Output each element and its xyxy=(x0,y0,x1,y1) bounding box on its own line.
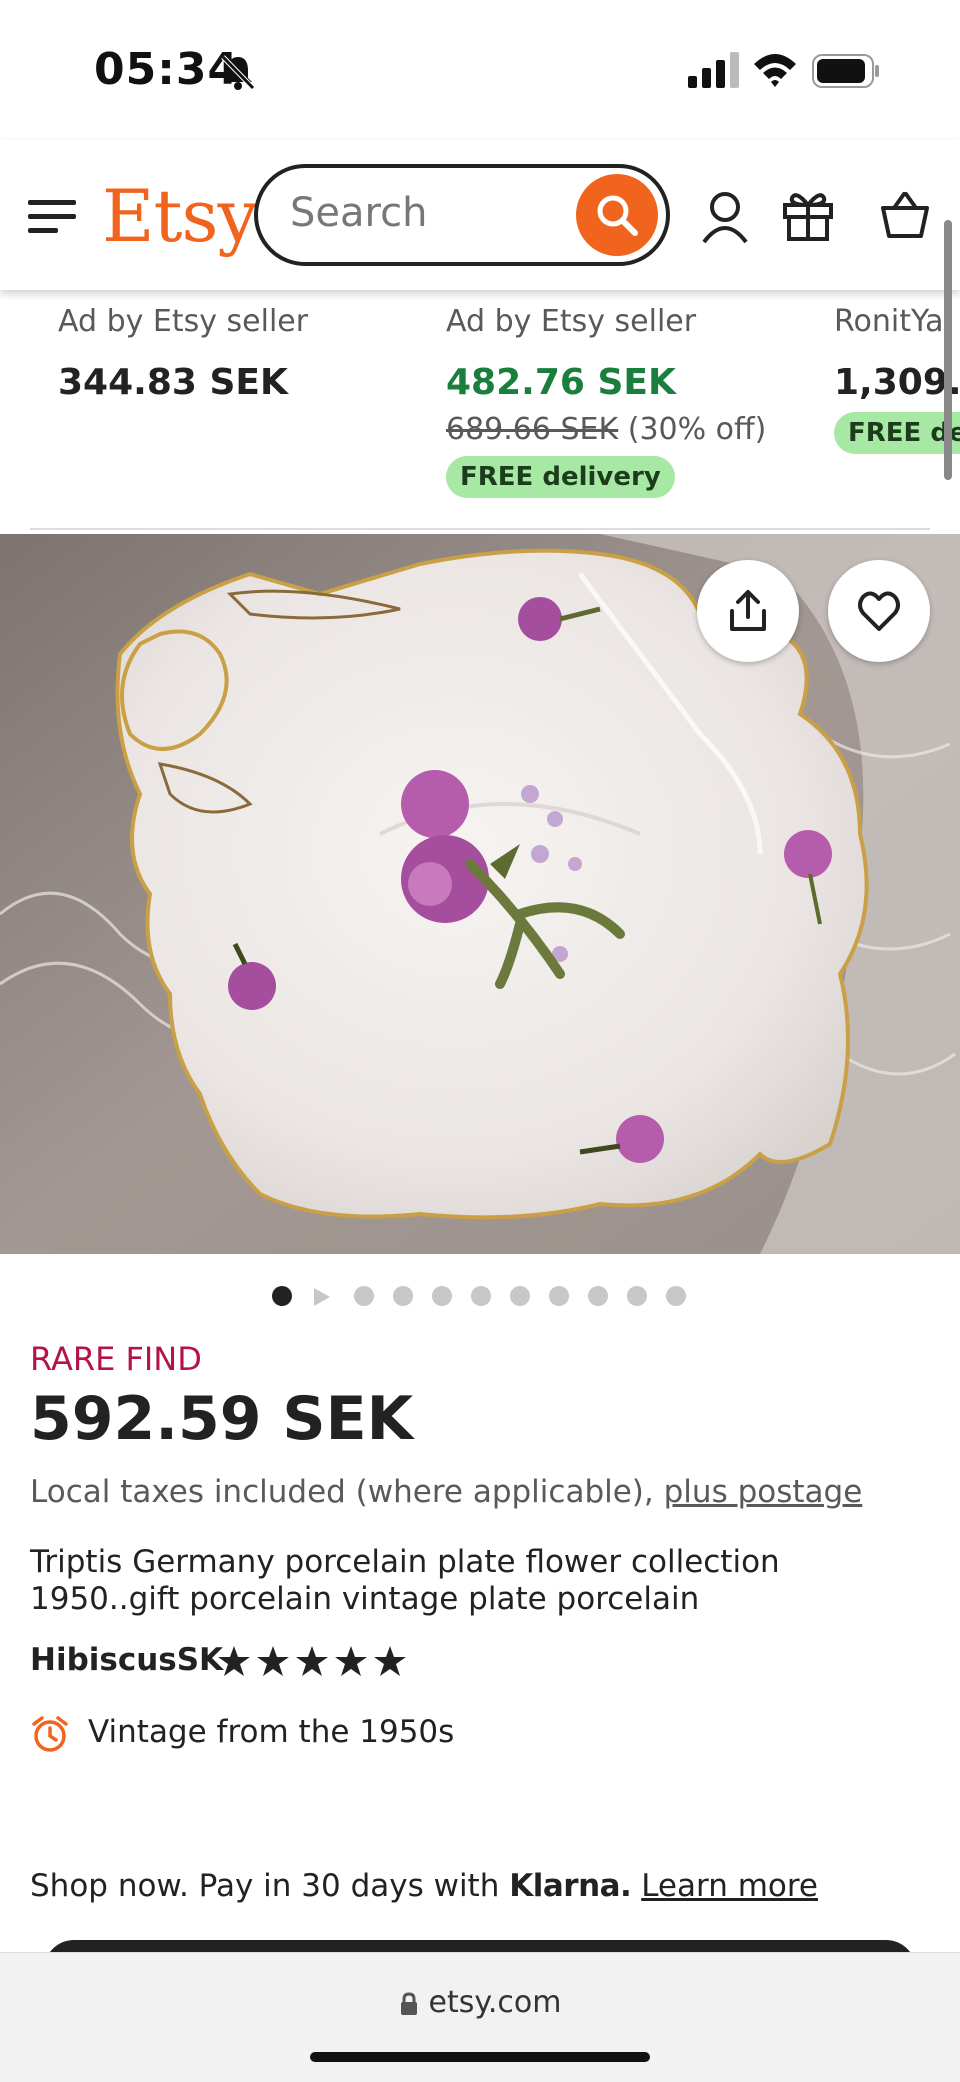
section-divider xyxy=(30,528,930,530)
original-price: 689.66 SEK xyxy=(446,412,619,447)
search-input[interactable]: Search xyxy=(254,164,670,266)
klarna-text: Shop now. Pay in 30 days with xyxy=(30,1868,500,1904)
discount-label: (30% off) xyxy=(627,412,767,447)
carousel-dot[interactable] xyxy=(549,1286,569,1306)
shop-label: RonitYa xyxy=(834,304,944,339)
search-button[interactable] xyxy=(576,174,658,256)
sale-price: 482.76 SEK xyxy=(446,362,676,403)
vintage-row: Vintage from the 1950s xyxy=(30,1712,730,1758)
lock-icon xyxy=(400,1991,417,2015)
page-scrollbar[interactable] xyxy=(944,220,952,480)
home-indicator[interactable] xyxy=(310,2052,650,2062)
product-image[interactable] xyxy=(0,534,960,1254)
carousel-dot[interactable] xyxy=(354,1286,374,1306)
klarna-promo: Shop now. Pay in 30 days with Klarna. Le… xyxy=(30,1868,818,1904)
gift-icon[interactable] xyxy=(782,188,834,242)
listing-price-main: 592.59 SEK xyxy=(30,1384,414,1454)
rating-stars-icon xyxy=(218,1646,406,1676)
cellular-signal-icon xyxy=(688,52,739,88)
status-bar: 05:34 xyxy=(0,0,960,140)
wifi-icon xyxy=(754,54,796,87)
share-icon xyxy=(730,590,766,631)
carousel-dot[interactable] xyxy=(393,1286,413,1306)
listing-price: 1,309. xyxy=(834,362,960,403)
klarna-brand: Klarna. xyxy=(509,1868,632,1904)
ad-label: Ad by Etsy seller xyxy=(446,304,697,339)
original-price-row: 689.66 SEK (30% off) xyxy=(446,412,766,447)
search-placeholder: Search xyxy=(290,190,428,236)
listing-title: Triptis Germany porcelain plate flower c… xyxy=(30,1544,780,1617)
shop-row[interactable]: HibiscusSK xyxy=(30,1642,630,1686)
browser-address-bar[interactable]: etsy.com xyxy=(0,1952,960,2082)
carousel-dot[interactable] xyxy=(432,1286,452,1306)
battery-icon xyxy=(812,54,879,88)
bell-muted-icon xyxy=(221,55,255,90)
play-video-icon[interactable] xyxy=(312,1286,332,1308)
etsy-logo[interactable]: Etsy xyxy=(102,174,258,258)
account-icon[interactable] xyxy=(700,190,750,244)
shop-name[interactable]: HibiscusSK xyxy=(30,1642,223,1678)
ad-label: Ad by Etsy seller xyxy=(58,304,309,339)
carousel-dot[interactable] xyxy=(510,1286,530,1306)
klarna-learn-more-link[interactable]: Learn more xyxy=(641,1868,818,1904)
hamburger-menu-icon[interactable] xyxy=(28,198,76,234)
tax-note: Local taxes included (where applicable),… xyxy=(30,1474,862,1510)
favorite-button[interactable] xyxy=(828,560,930,662)
url-text: etsy.com xyxy=(428,1985,562,2020)
share-button[interactable] xyxy=(697,560,799,662)
carousel-dot[interactable] xyxy=(666,1286,686,1306)
listing-price: 344.83 SEK xyxy=(58,362,288,403)
cart-icon[interactable] xyxy=(880,190,930,240)
related-listings-carousel: Ad by Etsy seller 344.83 SEK Ad by Etsy … xyxy=(0,290,960,530)
url-row[interactable]: etsy.com xyxy=(0,1985,960,2020)
vintage-note: Vintage from the 1950s xyxy=(88,1714,455,1750)
postage-link[interactable]: plus postage xyxy=(664,1474,863,1510)
site-header: Etsy Search xyxy=(0,140,960,290)
carousel-dot[interactable] xyxy=(627,1286,647,1306)
carousel-dot[interactable] xyxy=(471,1286,491,1306)
image-carousel-dots xyxy=(270,1282,710,1312)
heart-icon xyxy=(858,591,900,631)
porcelain-plate-photo xyxy=(0,534,960,1254)
tax-text: Local taxes included (where applicable), xyxy=(30,1474,654,1510)
rare-find-tag: RARE FIND xyxy=(30,1340,202,1378)
search-icon xyxy=(597,195,638,236)
carousel-dot-active[interactable] xyxy=(272,1286,292,1306)
carousel-dot[interactable] xyxy=(588,1286,608,1306)
free-delivery-badge: FREE delivery xyxy=(446,456,675,498)
free-delivery-badge: FREE de xyxy=(834,412,960,454)
alarm-clock-icon xyxy=(32,1716,68,1752)
